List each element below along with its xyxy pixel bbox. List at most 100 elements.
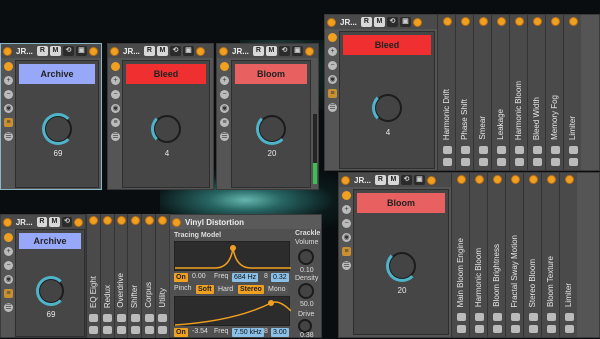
m-button[interactable]: M: [49, 46, 61, 56]
param-save-icon[interactable]: [474, 313, 484, 321]
param-menu-icon[interactable]: [528, 325, 538, 333]
tracing-on-button[interactable]: On: [174, 273, 188, 282]
camera-icon[interactable]: ◉: [4, 275, 13, 284]
param-strip[interactable]: EQ Eight: [86, 214, 100, 338]
save-icon[interactable]: ▣: [75, 46, 87, 56]
add-icon[interactable]: +: [4, 247, 13, 256]
r-button[interactable]: R: [36, 46, 48, 56]
param-menu-icon[interactable]: [564, 325, 574, 333]
power-icon[interactable]: [342, 191, 351, 200]
param-toggle-icon[interactable]: [564, 175, 574, 184]
param-menu-icon[interactable]: [456, 325, 466, 333]
param-menu-icon[interactable]: [442, 158, 452, 166]
list-icon[interactable]: ≡: [4, 118, 13, 127]
param-menu-icon[interactable]: [116, 326, 126, 334]
param-menu-icon[interactable]: [514, 158, 524, 166]
param-menu-icon[interactable]: [460, 158, 470, 166]
param-menu-icon[interactable]: [532, 158, 542, 166]
list-icon[interactable]: ≡: [328, 89, 337, 98]
remove-icon[interactable]: −: [342, 219, 351, 228]
power-icon[interactable]: [327, 17, 336, 27]
link-icon[interactable]: ⟲: [278, 46, 290, 56]
param-save-icon[interactable]: [492, 313, 502, 321]
add-icon[interactable]: +: [111, 76, 120, 85]
pinch-drive-value[interactable]: -3.54: [192, 328, 208, 335]
remove-icon[interactable]: −: [4, 90, 13, 99]
pinch-on-button[interactable]: On: [174, 328, 188, 337]
param-strip[interactable]: Limiter: [563, 15, 581, 170]
param-save-icon[interactable]: [550, 146, 560, 154]
macro-icon[interactable]: [426, 175, 436, 185]
add-icon[interactable]: +: [328, 47, 337, 56]
param-save-icon[interactable]: [456, 313, 466, 321]
list-icon[interactable]: ≡: [4, 289, 13, 298]
save-icon[interactable]: ▣: [399, 17, 411, 27]
macro-knob[interactable]: [372, 92, 402, 124]
param-save-icon[interactable]: [546, 313, 556, 321]
stereo-button[interactable]: Stereo: [238, 285, 264, 294]
power-icon[interactable]: [4, 233, 13, 242]
pinch-graph[interactable]: [174, 296, 292, 326]
menu-icon[interactable]: ☰: [220, 132, 229, 141]
param-save-icon[interactable]: [532, 146, 542, 154]
param-strip[interactable]: Overdrive: [113, 214, 128, 338]
camera-icon[interactable]: ◉: [4, 104, 13, 113]
macro-knob[interactable]: [36, 276, 66, 306]
param-toggle-icon[interactable]: [528, 175, 538, 184]
param-menu-icon[interactable]: [510, 325, 520, 333]
param-save-icon[interactable]: [158, 314, 168, 322]
param-save-icon[interactable]: [568, 146, 578, 154]
rack-archive-chain[interactable]: JR... R M ⟲ + − ◉ ≡ ☰ Archive 69: [0, 214, 86, 338]
volume-knob[interactable]: [298, 249, 314, 265]
power-icon[interactable]: [172, 217, 181, 227]
r-button[interactable]: R: [360, 17, 372, 27]
link-icon[interactable]: ⟲: [386, 17, 398, 27]
link-icon[interactable]: ⟲: [169, 46, 181, 56]
param-toggle-icon[interactable]: [103, 216, 113, 225]
tracing-drive-value[interactable]: 0.00: [192, 273, 206, 280]
power-icon[interactable]: [219, 46, 228, 56]
power-icon[interactable]: [328, 33, 337, 42]
save-icon[interactable]: ▣: [291, 46, 303, 56]
param-strip[interactable]: Harmonic Bloom: [509, 15, 527, 170]
param-menu-icon[interactable]: [474, 325, 484, 333]
macro-icon[interactable]: [304, 46, 314, 56]
param-strip[interactable]: Limiter: [559, 173, 577, 337]
param-toggle-icon[interactable]: [460, 17, 470, 26]
macro-icon[interactable]: [412, 17, 422, 27]
macro-icon[interactable]: [74, 217, 83, 227]
param-save-icon[interactable]: [130, 314, 140, 322]
menu-icon[interactable]: ☰: [111, 132, 120, 141]
link-icon[interactable]: ⟲: [62, 46, 74, 56]
tracing-freq-value[interactable]: 684 Hz: [232, 273, 259, 282]
param-strip[interactable]: Harmonic Drift: [437, 15, 455, 170]
param-menu-icon[interactable]: [103, 326, 113, 334]
param-save-icon[interactable]: [460, 146, 470, 154]
power-icon[interactable]: [341, 175, 350, 185]
soft-button[interactable]: Soft: [196, 285, 214, 294]
m-button[interactable]: M: [49, 217, 60, 227]
power-icon[interactable]: [3, 46, 12, 56]
param-toggle-icon[interactable]: [532, 17, 542, 26]
param-save-icon[interactable]: [144, 314, 154, 322]
param-toggle-icon[interactable]: [568, 17, 578, 26]
tracing-graph[interactable]: [174, 241, 291, 271]
param-save-icon[interactable]: [514, 146, 524, 154]
param-menu-icon[interactable]: [130, 326, 140, 334]
param-strip[interactable]: Bloom Texture: [541, 173, 559, 337]
param-toggle-icon[interactable]: [510, 175, 520, 184]
r-button[interactable]: R: [252, 46, 264, 56]
param-toggle-icon[interactable]: [144, 216, 154, 225]
param-toggle-icon[interactable]: [478, 17, 488, 26]
param-menu-icon[interactable]: [89, 326, 99, 334]
link-icon[interactable]: ⟲: [61, 217, 73, 227]
m-button[interactable]: M: [387, 175, 399, 185]
power-icon[interactable]: [220, 62, 229, 71]
pinch-freq-value[interactable]: 7.50 kHz: [232, 328, 264, 337]
power-icon[interactable]: [111, 62, 120, 71]
link-icon[interactable]: ⟲: [400, 175, 412, 185]
camera-icon[interactable]: ◉: [111, 104, 120, 113]
macro-knob[interactable]: [42, 113, 74, 145]
r-button[interactable]: R: [36, 217, 48, 227]
pinch-q-value[interactable]: 3.00: [271, 328, 289, 337]
